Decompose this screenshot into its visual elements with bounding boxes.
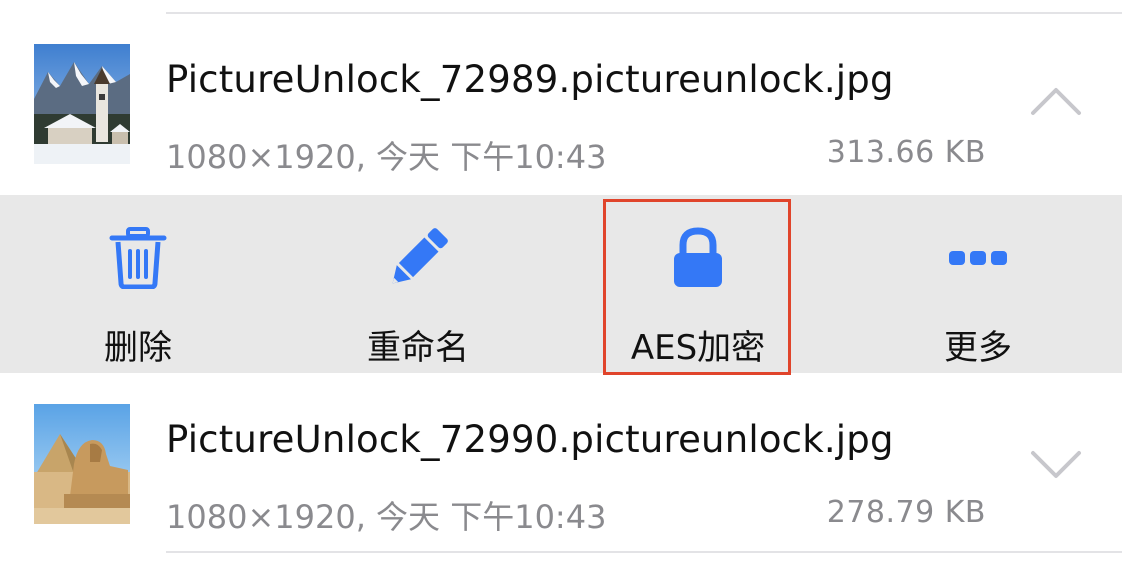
file-thumbnail [34, 404, 130, 524]
file-thumbnail [34, 44, 130, 164]
file-size: 313.66 KB [826, 135, 986, 170]
aes-encrypt-button[interactable]: AES加密 [598, 195, 798, 373]
pencil-icon [383, 223, 453, 293]
file-row[interactable]: PictureUnlock_72990.pictureunlock.jpg 10… [0, 380, 1122, 540]
file-name: PictureUnlock_72989.pictureunlock.jpg [166, 58, 894, 101]
chevron-down-icon[interactable] [1030, 450, 1082, 480]
more-label: 更多 [944, 328, 1012, 368]
bottom-divider [166, 551, 1122, 553]
rename-label: 重命名 [367, 328, 469, 368]
lock-icon [663, 223, 733, 293]
aes-encrypt-label: AES加密 [630, 328, 766, 368]
top-divider [166, 12, 1122, 14]
file-meta: 1080×1920, 今天 下午10:43 [166, 498, 607, 536]
delete-button[interactable]: 删除 [38, 195, 238, 373]
file-name: PictureUnlock_72990.pictureunlock.jpg [166, 418, 894, 461]
file-row[interactable]: PictureUnlock_72989.pictureunlock.jpg 10… [0, 20, 1122, 180]
delete-label: 删除 [104, 328, 172, 368]
trash-icon [103, 223, 173, 293]
action-bar: 删除 重命名 AES加密 更多 [0, 195, 1122, 373]
more-button[interactable]: 更多 [878, 195, 1078, 373]
file-size: 278.79 KB [826, 495, 986, 530]
more-dots-icon [943, 223, 1013, 293]
chevron-up-icon[interactable] [1030, 86, 1082, 116]
rename-button[interactable]: 重命名 [318, 195, 518, 373]
file-meta: 1080×1920, 今天 下午10:43 [166, 138, 607, 176]
